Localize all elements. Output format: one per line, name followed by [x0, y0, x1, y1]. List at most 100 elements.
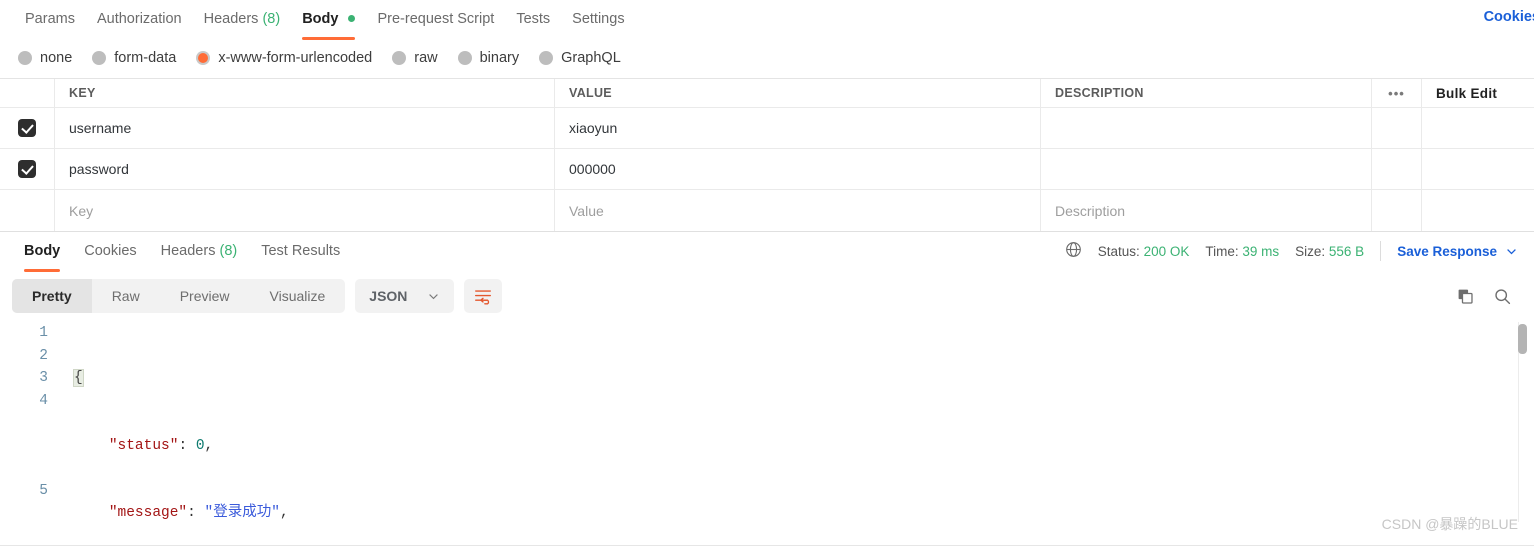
response-tab-headers-label: Headers: [160, 242, 216, 259]
table-row: password 000000: [0, 149, 1534, 190]
json-colon: :: [187, 505, 196, 521]
tab-authorization[interactable]: Authorization: [86, 2, 193, 37]
code-scrollbar-track[interactable]: [1518, 322, 1528, 522]
search-icon: [1495, 288, 1511, 304]
response-tab-list: Body Cookies Headers (8) Test Results: [12, 234, 352, 272]
tab-params-label: Params: [25, 10, 75, 27]
response-body-viewer: 1 2 3 4 5 { "status": 0, "message": "登录成…: [0, 322, 1534, 522]
new-row-description-input[interactable]: Description: [1041, 190, 1372, 231]
time-group: Time: 39 ms: [1205, 244, 1279, 259]
view-preview[interactable]: Preview: [160, 279, 250, 313]
time-value: 39 ms: [1242, 243, 1280, 259]
tab-headers[interactable]: Headers (8): [193, 2, 292, 37]
bulk-edit-label: Bulk Edit: [1436, 85, 1498, 101]
header-description: DESCRIPTION: [1041, 79, 1372, 107]
line-number: 2: [39, 347, 48, 364]
view-visualize[interactable]: Visualize: [250, 279, 346, 313]
row-trailing-password: [1422, 149, 1534, 189]
table-options-icon[interactable]: •••: [1372, 79, 1422, 107]
code-scrollbar-thumb[interactable]: [1518, 324, 1527, 354]
tab-pre-request-script-label: Pre-request Script: [377, 10, 495, 27]
cookies-link[interactable]: Cookies: [1484, 9, 1534, 25]
body-type-form-data[interactable]: form-data: [92, 50, 176, 66]
response-tab-cookies-label: Cookies: [84, 242, 137, 259]
line-number: 3: [39, 370, 48, 386]
header-checkbox-cell: [0, 79, 55, 107]
new-row-trailing: [1422, 190, 1534, 231]
row-key-username[interactable]: username: [55, 108, 555, 148]
save-response-button[interactable]: Save Response: [1397, 244, 1518, 259]
language-select[interactable]: JSON: [355, 279, 455, 313]
response-tab-headers[interactable]: Headers (8): [149, 234, 250, 269]
format-toolbar-actions: [1456, 287, 1522, 306]
row-checkbox-password[interactable]: [18, 160, 36, 178]
tab-headers-label: Headers: [203, 10, 259, 27]
response-tab-test-results[interactable]: Test Results: [249, 234, 352, 269]
header-value: VALUE: [555, 79, 1041, 107]
row-options-username[interactable]: [1372, 108, 1422, 148]
row-checkbox-cell[interactable]: [0, 149, 55, 189]
table-row: username xiaoyun: [0, 108, 1534, 149]
line-number: 4: [39, 392, 48, 409]
radio-icon-form-data: [92, 51, 107, 65]
chevron-down-icon: [429, 293, 439, 299]
row-checkbox-username[interactable]: [18, 119, 36, 137]
body-type-form-data-label: form-data: [114, 50, 177, 66]
row-value-password[interactable]: 000000: [555, 149, 1041, 189]
row-trailing-username: [1422, 108, 1534, 148]
save-response-label: Save Response: [1397, 243, 1497, 259]
response-tab-test-results-label: Test Results: [261, 242, 341, 259]
tab-settings[interactable]: Settings: [561, 2, 635, 37]
wrap-lines-button[interactable]: [464, 279, 503, 313]
body-type-binary[interactable]: binary: [457, 50, 519, 66]
tab-tests-label: Tests: [516, 10, 551, 27]
body-type-raw[interactable]: raw: [392, 50, 438, 66]
wrap-lines-icon: [475, 289, 492, 304]
code-line-1: {: [73, 367, 1534, 390]
view-raw[interactable]: Raw: [92, 279, 160, 313]
chevron-down-icon: [1507, 248, 1516, 254]
copy-button[interactable]: [1456, 287, 1475, 306]
response-tab-body[interactable]: Body: [12, 234, 72, 272]
row-options-password[interactable]: [1372, 149, 1422, 189]
body-type-graphql-label: GraphQL: [561, 50, 621, 66]
view-pretty[interactable]: Pretty: [12, 279, 92, 313]
radio-icon-graphql: [539, 51, 554, 65]
body-type-graphql[interactable]: GraphQL: [539, 50, 621, 66]
response-body-code[interactable]: { "status": 0, "message": "登录成功", "token…: [62, 322, 1534, 522]
tab-body[interactable]: Body: [291, 2, 366, 40]
tab-authorization-label: Authorization: [96, 10, 182, 27]
tab-params[interactable]: Params: [14, 2, 86, 37]
body-type-none[interactable]: none: [18, 50, 72, 66]
bulk-edit-button[interactable]: Bulk Edit: [1422, 79, 1534, 107]
tab-headers-count: (8): [262, 10, 281, 27]
code-line-2: "status": 0,: [74, 435, 1534, 458]
size-label: Size:: [1295, 243, 1326, 259]
tab-pre-request-script[interactable]: Pre-request Script: [366, 2, 505, 37]
row-checkbox-cell[interactable]: [0, 108, 55, 148]
code-line-3: "message": "登录成功",: [74, 502, 1534, 522]
row-description-password[interactable]: [1041, 149, 1372, 189]
response-tab-cookies[interactable]: Cookies: [72, 234, 148, 269]
new-row-value-input[interactable]: Value: [555, 190, 1041, 231]
table-header-row: KEY VALUE DESCRIPTION ••• Bulk Edit: [0, 79, 1534, 108]
size-value: 556 B: [1328, 243, 1365, 259]
search-button[interactable]: [1493, 287, 1512, 306]
header-key: KEY: [55, 79, 555, 107]
body-type-urlencoded-label: x-www-form-urlencoded: [218, 50, 373, 66]
ellipsis-icon: •••: [1388, 85, 1405, 101]
tab-settings-label: Settings: [572, 10, 625, 27]
response-meta: Status: 200 OK Time: 39 ms Size: 556 B S…: [1065, 241, 1522, 261]
watermark: CSDN @暴躁的BLUE: [1381, 516, 1518, 532]
row-description-username[interactable]: [1041, 108, 1372, 148]
new-row-key-input[interactable]: Key: [55, 190, 555, 231]
copy-icon: [1458, 289, 1473, 304]
json-comma: ,: [204, 437, 214, 454]
tab-tests[interactable]: Tests: [505, 2, 561, 37]
size-group: Size: 556 B: [1295, 244, 1364, 259]
row-value-username[interactable]: xiaoyun: [555, 108, 1041, 148]
table-new-row: Key Value Description: [0, 190, 1534, 231]
params-table: KEY VALUE DESCRIPTION ••• Bulk Edit user…: [0, 78, 1534, 232]
body-type-urlencoded[interactable]: x-www-form-urlencoded: [196, 50, 372, 66]
row-key-password[interactable]: password: [55, 149, 555, 189]
